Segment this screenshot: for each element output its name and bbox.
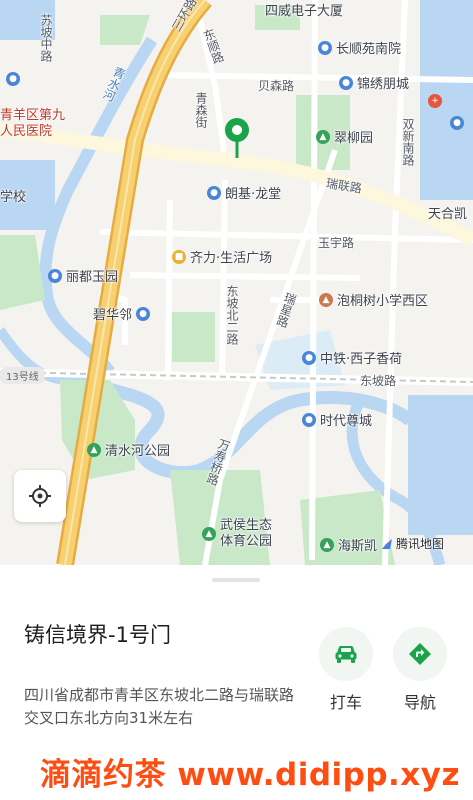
building-icon: ● — [302, 350, 316, 365]
map-poi-hospital[interactable]: 青羊区第九人民医院 — [0, 108, 72, 140]
building-icon: ● — [6, 72, 20, 86]
map-provider-logo: 腾讯地图 — [380, 535, 444, 552]
park-icon: ▲ — [202, 527, 216, 541]
watermark-text: 滴滴约茶 www.didipp.xyz — [40, 757, 461, 793]
taxi-label: 打车 — [329, 693, 362, 712]
road-label: 东坡路 — [360, 374, 397, 388]
building-icon: ● — [207, 185, 221, 200]
drag-handle[interactable] — [212, 578, 260, 582]
school-icon: ▲ — [319, 292, 333, 307]
car-icon — [335, 646, 357, 663]
park-icon: ▲ — [316, 129, 330, 144]
crosshair-icon — [29, 485, 51, 507]
map-poi[interactable]: ▲ 泡桐树小学西区 — [319, 290, 428, 309]
hospital-icon: + — [428, 94, 442, 108]
map-poi[interactable]: ● 朗基·龙堂 — [207, 183, 281, 202]
park-icon: ▲ — [87, 442, 101, 457]
tencent-map-icon — [382, 538, 392, 549]
map-poi[interactable]: ▲ 海斯凯 — [320, 535, 377, 554]
road-label: 贝森路 — [258, 79, 295, 93]
map-label: 天合凯 — [428, 207, 468, 222]
park-area — [172, 312, 215, 362]
map-poi[interactable]: ● 时代尊城 — [302, 410, 372, 429]
map-label: 学校 — [0, 190, 27, 205]
road-label: 青森街 — [194, 92, 208, 128]
navigate-label: 导航 — [403, 693, 436, 712]
building-icon: ● — [339, 76, 353, 90]
map-poi[interactable]: ■ 齐力·生活广场 — [172, 247, 272, 266]
metro-badge: 13号线 — [0, 367, 45, 384]
place-title: 铸信境界-1号门 — [24, 623, 171, 647]
road-label: 苏坡中路 — [39, 14, 53, 62]
building-icon: ● — [450, 116, 464, 130]
shopping-icon: ■ — [172, 249, 186, 264]
locate-me-button[interactable] — [14, 470, 66, 522]
map-poi[interactable]: ● 长顺苑南院 — [318, 38, 401, 57]
map-poi[interactable]: ● 中铁·西子香荷 — [302, 348, 402, 367]
map-poi[interactable]: ▲ 清水河公园 — [87, 440, 170, 459]
building-icon: ● — [48, 268, 62, 283]
map-label: 四威电子大厦 — [265, 4, 344, 19]
place-detail-sheet: 铸信境界-1号门 四川省成都市青羊区东坡北二路与瑞联路交叉口东北方向31米左右 … — [0, 565, 473, 800]
building-icon: ● — [318, 40, 332, 55]
map-poi[interactable]: ▲ 武侯生态体育公园 — [202, 518, 276, 550]
map-poi[interactable]: 碧华邻 ● — [93, 304, 151, 323]
map-poi[interactable]: ● 丽都玉园 — [48, 266, 118, 285]
taxi-button[interactable]: 打车 — [316, 627, 376, 713]
park-icon: ▲ — [320, 537, 334, 552]
road-label: 玉宇路 — [318, 236, 355, 250]
building-icon: ● — [302, 412, 316, 427]
map-poi[interactable]: ▲ 翠柳园 — [316, 127, 373, 146]
building-icon: ● — [136, 306, 151, 321]
road-label: 双新南路 — [401, 118, 415, 166]
map-poi[interactable]: 锦绣朋城 — [357, 73, 409, 92]
place-address: 四川省成都市青羊区东坡北二路与瑞联路交叉口东北方向31米左右 — [24, 686, 295, 727]
map-view[interactable]: 四威电子大厦 ● 长顺苑南院 锦绣朋城 ● 贝森路 青森街 ▲ 翠柳园 双新南路… — [0, 0, 473, 565]
navigation-icon — [409, 643, 431, 665]
road-label: 东坡北二路 — [225, 285, 239, 345]
navigate-button[interactable]: 导航 — [390, 627, 450, 713]
